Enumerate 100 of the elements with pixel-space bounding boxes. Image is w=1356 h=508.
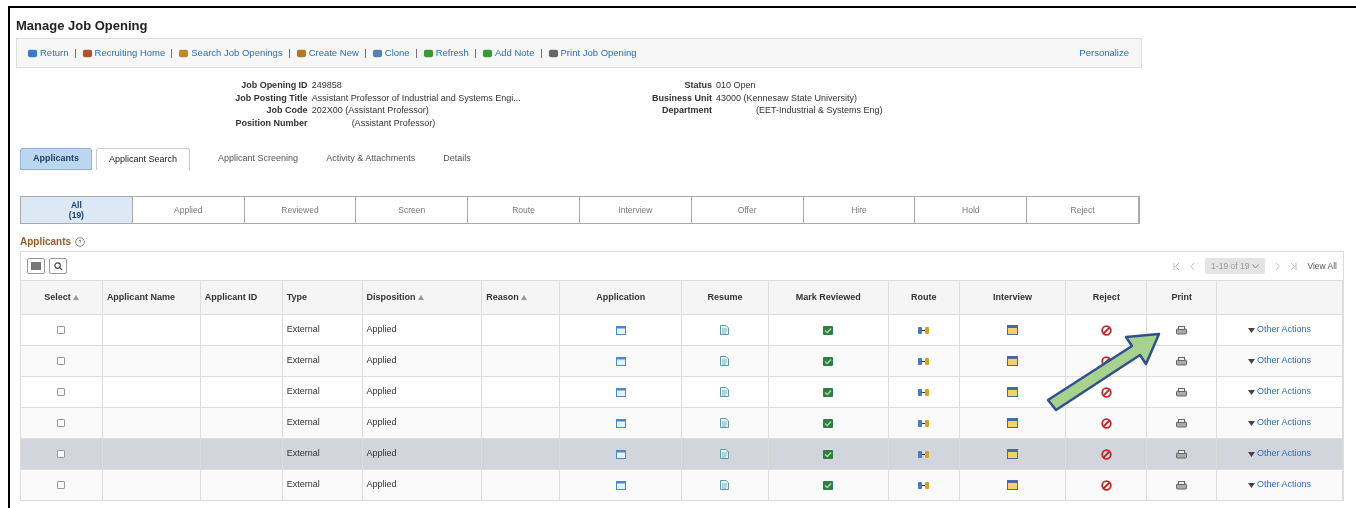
toolbar-link[interactable]: Recruiting Home (81, 45, 166, 61)
other-actions-link[interactable]: Other Actions (1248, 416, 1312, 430)
checkmark-icon[interactable] (823, 325, 834, 335)
column-header: Print (1171, 290, 1192, 304)
calendar-icon[interactable] (1007, 449, 1018, 459)
route-icon[interactable] (918, 325, 930, 335)
caret-icon (1248, 389, 1256, 395)
window-icon[interactable] (615, 356, 626, 366)
field-label: Position Number (234, 116, 308, 129)
route-icon[interactable] (918, 480, 930, 490)
tab[interactable]: Activity & Attachments (312, 148, 430, 170)
checkbox[interactable] (57, 326, 66, 334)
checkmark-icon[interactable] (823, 449, 834, 459)
window-icon[interactable] (615, 325, 626, 335)
window-icon[interactable] (615, 418, 626, 428)
prohibited-icon[interactable] (1100, 324, 1112, 336)
table-cell: Applied (366, 323, 397, 337)
prohibited-icon[interactable] (1100, 417, 1112, 429)
checkmark-icon[interactable] (823, 356, 834, 366)
checkbox[interactable] (57, 481, 66, 489)
tab[interactable]: Applicant Screening (204, 148, 313, 170)
tab[interactable]: Applicants (20, 148, 92, 170)
toolbar-link[interactable]: Print Job Opening (547, 45, 637, 61)
caret-icon (1248, 482, 1256, 488)
status-tab[interactable]: All (19) (21, 197, 133, 223)
checkbox[interactable] (57, 357, 66, 365)
checkbox[interactable] (57, 450, 66, 458)
last-page-icon[interactable] (1290, 262, 1298, 270)
caret-icon (1248, 451, 1256, 457)
prohibited-icon[interactable] (1100, 448, 1112, 460)
column-header: Applicant Name (106, 290, 175, 304)
route-icon[interactable] (918, 356, 930, 366)
toolbar-link[interactable]: Create New (295, 45, 359, 61)
toolbar-link[interactable]: Clone (371, 45, 410, 61)
window-icon[interactable] (615, 387, 626, 397)
table-cell: Applied (366, 354, 397, 368)
download-button[interactable] (27, 258, 45, 274)
tab[interactable]: Details (429, 148, 485, 170)
column-header[interactable]: Disposition (366, 290, 424, 305)
table-cell: External (286, 323, 320, 337)
toolbar-link[interactable]: Refresh (422, 45, 469, 61)
calendar-icon[interactable] (1007, 356, 1018, 366)
first-page-icon[interactable] (1173, 262, 1181, 270)
route-icon[interactable] (918, 418, 930, 428)
personalize-link[interactable]: Personalize (1079, 45, 1129, 61)
column-header[interactable]: Reason (486, 290, 527, 305)
field-value: 202X00 (Assistant Professor) (311, 104, 430, 117)
checkmark-icon[interactable] (823, 387, 834, 397)
field-label: Business Unit (652, 91, 712, 104)
field-label: Status (683, 79, 712, 92)
table-cell: External (286, 385, 320, 399)
field-value: 249858 (311, 79, 343, 92)
prohibited-icon[interactable] (1100, 386, 1112, 398)
route-icon[interactable] (918, 449, 930, 459)
grid-icon (31, 262, 41, 270)
window-icon[interactable] (615, 449, 626, 459)
column-header[interactable]: Select (44, 290, 79, 305)
route-icon[interactable] (918, 387, 930, 397)
table-cell: Applied (366, 385, 397, 399)
help-icon[interactable] (75, 236, 86, 247)
checkmark-icon[interactable] (823, 480, 834, 490)
document-icon[interactable] (720, 480, 730, 490)
field-label: Department (661, 104, 712, 117)
other-actions-link[interactable]: Other Actions (1248, 354, 1312, 368)
document-icon[interactable] (720, 325, 730, 335)
toolbar-link[interactable]: Return (27, 45, 69, 61)
document-icon[interactable] (720, 449, 730, 459)
field-label: Job Posting Title (234, 91, 308, 104)
table-cell: Applied (366, 416, 397, 430)
document-icon[interactable] (720, 387, 730, 397)
checkmark-icon[interactable] (823, 418, 834, 428)
toolbar-link[interactable]: Add Note (481, 45, 535, 61)
column-header: Route (910, 290, 937, 304)
grid-title: Applicants (20, 235, 72, 249)
table-cell: External (286, 447, 320, 461)
search-icon (53, 261, 63, 271)
field-value: 010 Open (716, 79, 757, 92)
calendar-icon[interactable] (1007, 387, 1018, 397)
calendar-icon[interactable] (1007, 418, 1018, 428)
column-header: Mark Reviewed (795, 290, 861, 304)
checkbox[interactable] (57, 419, 66, 427)
document-icon[interactable] (720, 356, 730, 366)
other-actions-link[interactable]: Other Actions (1248, 323, 1312, 337)
tab[interactable]: Applicant Search (96, 148, 191, 170)
column-header: Resume (707, 290, 743, 304)
other-actions-link[interactable]: Other Actions (1248, 478, 1312, 492)
other-actions-link[interactable]: Other Actions (1248, 447, 1312, 461)
field-value: (EET-Industrial & Systems Eng) (755, 104, 883, 117)
prohibited-icon[interactable] (1100, 479, 1112, 491)
checkbox[interactable] (57, 388, 66, 396)
table-cell: Applied (366, 447, 397, 461)
search-button[interactable] (49, 258, 67, 274)
view-all-link[interactable]: View All (1307, 259, 1337, 273)
toolbar-link[interactable]: Search Job Openings (178, 45, 283, 61)
field-value: (Assistant Professor) (350, 116, 437, 129)
other-actions-link[interactable]: Other Actions (1248, 385, 1312, 399)
window-icon[interactable] (615, 480, 626, 490)
calendar-icon[interactable] (1007, 480, 1018, 490)
document-icon[interactable] (720, 418, 730, 428)
calendar-icon[interactable] (1007, 325, 1018, 335)
